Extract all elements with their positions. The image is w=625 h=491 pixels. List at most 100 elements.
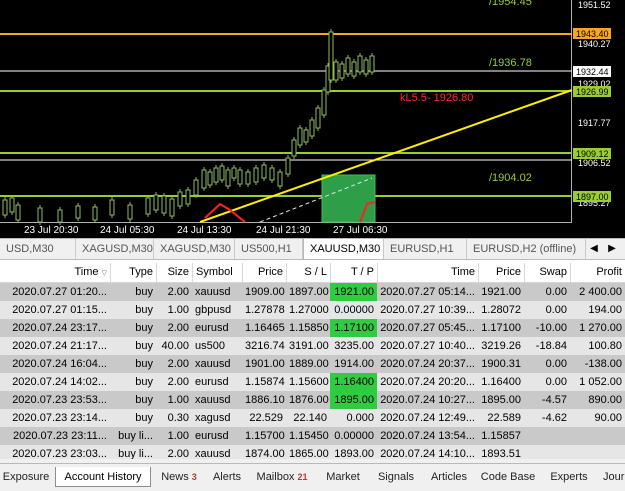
cell-size: 2.00 (167, 322, 189, 334)
chart-tab[interactable]: EURUSD,H1 (384, 239, 467, 259)
table-row[interactable]: 2020.07.24 23:17... buy 2.00 eurusd 1.16465 1… (0, 319, 625, 337)
chart-tab[interactable]: US500,H1 (235, 239, 303, 259)
col-price[interactable]: Price (242, 263, 286, 282)
col-close-price[interactable]: Price (478, 263, 524, 282)
chart-tab[interactable]: USD,M30 (0, 239, 76, 259)
candle-body (297, 127, 303, 146)
mailbox-count-badge: 21 (297, 472, 308, 482)
cell-tp: 0.00000 (334, 430, 374, 442)
cell-tp: 1.16400 (330, 373, 377, 391)
cell-close-time: 2020.07.24 13:54... (380, 430, 475, 442)
col-swap[interactable]: Swap (524, 263, 570, 282)
candle-body (261, 164, 267, 179)
cell-open-time: 2020.07.24 14:02... (12, 376, 107, 388)
cell-close-price: 1895.00 (481, 394, 521, 406)
col-open-time[interactable]: Time ▽ (0, 263, 110, 282)
tab-account-history[interactable]: Account History (55, 467, 151, 487)
trend-line[interactable] (199, 89, 573, 223)
candle-body (153, 194, 159, 211)
chart-tab[interactable]: XAGUSD,M30 (76, 239, 154, 259)
candle-body (321, 89, 327, 116)
cell-tp: 3235.00 (334, 340, 374, 352)
cell-swap: 0.00 (545, 376, 567, 388)
cell-close-price: 22.589 (487, 412, 521, 424)
table-row[interactable]: 2020.07.27 01:15... buy 1.00 gbpusd 1.27878 1… (0, 301, 625, 319)
candle-body (9, 197, 15, 213)
cell-symbol: xauusd (195, 286, 231, 298)
candle-body (245, 171, 251, 185)
candle-body (219, 165, 225, 181)
candle-body (92, 206, 98, 221)
col-symbol[interactable]: Symbol (192, 263, 242, 282)
tab-journal[interactable]: Jour (597, 467, 625, 487)
cell-sl: 1.27000 (289, 304, 329, 316)
col-type[interactable]: Type (110, 263, 156, 282)
table-row[interactable]: 2020.07.24 16:04... buy 2.00 xauusd 1901.00 1… (0, 355, 625, 373)
cell-open-time: 2020.07.23 23:11... (13, 430, 107, 442)
cell-swap: 0.00 (545, 358, 567, 370)
candle-body (315, 107, 321, 129)
price-tick: 1906.52 (578, 158, 611, 168)
cell-type: buy li... (118, 430, 153, 442)
candle-body (285, 157, 291, 175)
tab-mailbox[interactable]: Mailbox 21 (249, 467, 315, 487)
cell-open-time: 2020.07.27 01:15... (12, 304, 107, 316)
candle-body (75, 205, 81, 219)
table-row[interactable]: 2020.07.23 23:14... buy 0.30 xagusd 22.529 22… (0, 409, 625, 427)
tab-code-base[interactable]: Code Base (475, 467, 541, 487)
cell-sl: 22.140 (293, 412, 327, 424)
cell-size: 1.00 (167, 304, 189, 316)
take-profit-zone[interactable] (321, 174, 376, 223)
cell-type: buy (135, 358, 153, 370)
table-row[interactable]: 2020.07.23 23:11... buy li... 1.00 eurusd 1.… (0, 427, 625, 445)
table-row[interactable]: 2020.07.23 23:53... buy 1.00 xauusd 1886.10 1… (0, 391, 625, 409)
chart-canvas[interactable]: /1954.45 /1936.78 /1904.02 kL5.5- 1926.8… (0, 0, 625, 238)
tab-news[interactable]: News 3 (153, 467, 205, 487)
cell-tp: 0.00000 (334, 304, 374, 316)
cell-open-time: 2020.07.23 23:14... (12, 412, 107, 424)
cell-close-time: 2020.07.24 10:27... (380, 394, 475, 406)
cell-profit: 90.00 (594, 412, 622, 424)
cell-type: buy (135, 340, 153, 352)
table-row[interactable]: 2020.07.24 14:02... buy 2.00 eurusd 1.15874 1… (0, 373, 625, 391)
cell-size: 2.00 (167, 358, 189, 370)
col-profit[interactable]: Profit (570, 263, 625, 282)
col-close-time[interactable]: Time (377, 263, 478, 282)
white-price-label: 1932.44 (576, 67, 609, 77)
tabs-scroll-right-icon[interactable]: ▶ (604, 239, 620, 259)
cell-sl: 1.15850 (289, 322, 329, 334)
chart-tab-active[interactable]: XAUUSD,M30 (303, 239, 384, 259)
price-chart[interactable]: /1954.45 /1936.78 /1904.02 kL5.5- 1926.8… (0, 0, 625, 238)
cell-close-time: 2020.07.27 10:39... (380, 304, 475, 316)
chart-tab[interactable]: XAGUSD,M30 (154, 239, 235, 259)
tab-exposure[interactable]: Exposure (0, 467, 52, 487)
chart-tab[interactable]: EURUSD,H2 (offline) (467, 239, 586, 259)
col-sl[interactable]: S / L (286, 263, 330, 282)
cell-price: 1901.00 (245, 358, 285, 370)
tab-signals[interactable]: Signals (369, 467, 423, 487)
candle-body (328, 31, 334, 81)
cell-sl: 1.15450 (289, 430, 329, 442)
tab-market[interactable]: Market (317, 467, 369, 487)
cell-close-time: 2020.07.27 05:45... (380, 322, 475, 334)
cell-price: 1.15874 (245, 376, 285, 388)
cell-swap: -4.57 (541, 394, 567, 406)
tab-alerts[interactable]: Alerts (205, 467, 249, 487)
level-label-mid: /1936.78 (489, 57, 532, 69)
table-row[interactable]: 2020.07.24 21:17... buy 40.00 us500 3216.74 3… (0, 337, 625, 355)
candle-body (145, 197, 151, 215)
tabs-scroll-left-icon[interactable]: ◀ (586, 239, 602, 259)
green-price-label-top: 1926.99 (576, 87, 609, 97)
tab-experts[interactable]: Experts (541, 467, 597, 487)
time-tick: 23 Jul 20:30 (24, 225, 79, 236)
cell-close-price: 1921.00 (481, 286, 521, 298)
price-tick: 1951.52 (578, 0, 611, 10)
candle-body (269, 167, 275, 181)
table-row[interactable]: 2020.07.27 01:20... buy 2.00 xauusd 1909.00 1… (0, 283, 625, 301)
col-tp[interactable]: T / P (330, 263, 377, 282)
tab-articles[interactable]: Articles (423, 467, 475, 487)
candle-body (201, 169, 207, 189)
col-size[interactable]: Size (156, 263, 192, 282)
cell-price: 1886.10 (245, 394, 285, 406)
green-price-label-low: 1897.00 (576, 192, 609, 202)
